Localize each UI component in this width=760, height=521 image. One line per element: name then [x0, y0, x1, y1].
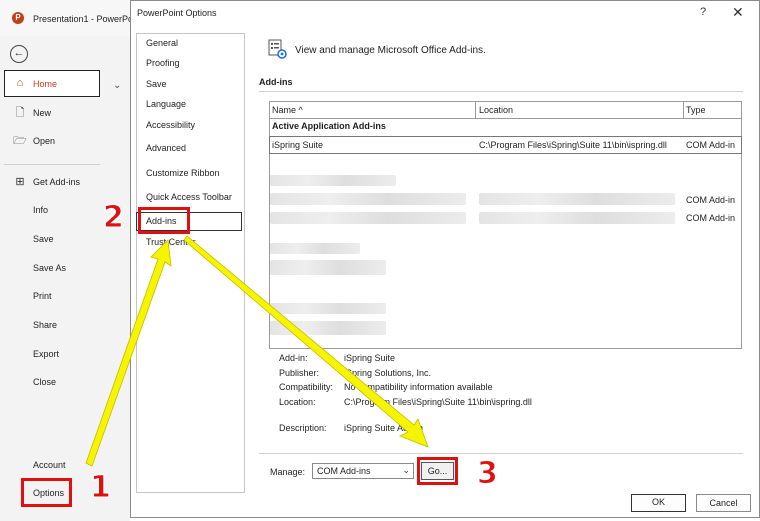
- backstage-item-info[interactable]: Info: [0, 197, 120, 223]
- add-ins-gear-icon: [268, 39, 287, 59]
- nav-item-advanced[interactable]: Advanced: [146, 143, 186, 153]
- detail-label-description: Description:: [279, 423, 327, 433]
- dialog-title: PowerPoint Options: [137, 8, 217, 18]
- close-icon[interactable]: ✕: [732, 4, 744, 21]
- powerpoint-logo-icon: P: [12, 12, 24, 24]
- column-separator: [475, 101, 476, 119]
- backstage-item-export[interactable]: Export: [0, 341, 120, 367]
- add-ins-highlight-box: [138, 207, 190, 234]
- nav-item-save[interactable]: Save: [146, 79, 167, 89]
- backstage-divider: [4, 164, 100, 165]
- backstage-item-label: Open: [33, 136, 56, 146]
- go-highlight-box: [417, 457, 458, 485]
- backstage-item-get-add-ins[interactable]: ⊞ Get Add-ins: [0, 169, 120, 195]
- section-title: Add-ins: [259, 77, 293, 87]
- column-header-type[interactable]: Type: [686, 102, 706, 118]
- backstage-item-close[interactable]: Close: [0, 369, 120, 395]
- window-title: Presentation1 - PowerPo: [33, 14, 134, 24]
- header-divider: [269, 118, 742, 119]
- column-header-name[interactable]: Name ^: [272, 102, 303, 118]
- nav-item-general[interactable]: General: [146, 38, 178, 48]
- column-separator: [683, 101, 684, 119]
- backstage-item-label: Save As: [33, 263, 67, 273]
- nav-item-accessibility[interactable]: Accessibility: [146, 120, 195, 130]
- step-number-1: 1: [90, 470, 112, 506]
- grid-icon: ⊞: [15, 176, 25, 188]
- cell-type: COM Add-in: [686, 195, 736, 205]
- step-number-2: 2: [103, 200, 125, 236]
- help-button[interactable]: ?: [700, 6, 706, 18]
- cell-location: C:\Program Files\iSpring\Suite 11\bin\is…: [479, 140, 667, 150]
- table-row-blurred: [270, 175, 396, 186]
- chevron-down-icon: ⌄: [402, 465, 410, 475]
- detail-value-description: iSpring Suite Add-in: [344, 423, 424, 433]
- manage-dropdown-value: COM Add-ins: [317, 466, 371, 476]
- backstage-item-label: Save: [33, 234, 54, 244]
- dialog-header-text: View and manage Microsoft Office Add-ins…: [295, 45, 486, 56]
- manage-label: Manage:: [270, 467, 306, 477]
- cancel-button[interactable]: Cancel: [696, 494, 751, 512]
- options-highlight-box: [21, 478, 72, 507]
- backstage-item-label: Export: [33, 349, 60, 359]
- backstage-item-save[interactable]: Save: [0, 226, 120, 252]
- section-divider: [259, 91, 743, 92]
- nav-item-quick-access-toolbar[interactable]: Quick Access Toolbar: [146, 192, 232, 202]
- backstage-item-print[interactable]: Print: [0, 283, 120, 309]
- backstage-item-label: New: [33, 108, 52, 118]
- detail-value-addin: iSpring Suite: [344, 353, 396, 363]
- nav-item-proofing[interactable]: Proofing: [146, 58, 180, 68]
- table-row-blurred: [270, 303, 386, 314]
- table-row-blurred: [270, 212, 466, 224]
- detail-value-compatibility: No compatibility information available: [344, 382, 493, 392]
- backstage-item-label: Account: [33, 460, 66, 470]
- backstage-item-share[interactable]: Share: [0, 312, 120, 338]
- detail-label-location: Location:: [279, 397, 316, 407]
- back-arrow-icon[interactable]: ←: [10, 45, 28, 63]
- backstage-item-label: Share: [33, 320, 58, 330]
- column-header-location[interactable]: Location: [479, 102, 513, 118]
- backstage-item-label: Home: [33, 79, 58, 89]
- cell-type: COM Add-in: [686, 213, 736, 223]
- detail-label-publisher: Publisher:: [279, 368, 320, 378]
- bottom-divider: [259, 453, 743, 454]
- table-row-blurred: [270, 193, 466, 205]
- backstage-item-label: Info: [33, 205, 49, 215]
- nav-item-customize-ribbon[interactable]: Customize Ribbon: [146, 168, 220, 178]
- detail-label-compatibility: Compatibility:: [279, 382, 334, 392]
- backstage-item-label: Print: [33, 291, 52, 301]
- table-row-blurred: [479, 212, 675, 224]
- chevron-down-icon[interactable]: ⌄: [113, 80, 121, 91]
- nav-item-trust-center[interactable]: Trust Center: [146, 237, 196, 247]
- new-file-icon: 🗋: [15, 107, 25, 119]
- ok-button[interactable]: OK: [631, 494, 686, 512]
- backstage-item-home[interactable]: ⌂ Home: [4, 70, 100, 97]
- folder-open-icon: 🗁: [13, 135, 27, 147]
- table-row-blurred: [270, 260, 386, 275]
- backstage-item-save-as[interactable]: Save As: [0, 255, 120, 281]
- table-row-blurred: [270, 243, 360, 254]
- step-number-3: 3: [477, 456, 499, 492]
- cell-name: iSpring Suite: [272, 140, 324, 150]
- table-row-blurred: [270, 321, 386, 335]
- backstage-item-label: Close: [33, 377, 57, 387]
- group-header: Active Application Add-ins: [272, 121, 386, 131]
- backstage-item-label: Get Add-ins: [33, 177, 81, 187]
- table-row-blurred: [479, 193, 675, 205]
- home-icon: ⌂: [16, 77, 24, 89]
- backstage-item-new[interactable]: 🗋 New: [0, 100, 120, 126]
- backstage-item-open[interactable]: 🗁 Open: [0, 128, 120, 154]
- detail-value-location: C:\Program Files\iSpring\Suite 11\bin\is…: [344, 397, 532, 407]
- manage-dropdown[interactable]: COM Add-ins ⌄: [312, 463, 414, 479]
- nav-item-language[interactable]: Language: [146, 99, 186, 109]
- detail-label-addin: Add-in:: [279, 353, 308, 363]
- detail-value-publisher: iSpring Solutions, Inc.: [344, 368, 432, 378]
- cell-type: COM Add-in: [686, 140, 736, 150]
